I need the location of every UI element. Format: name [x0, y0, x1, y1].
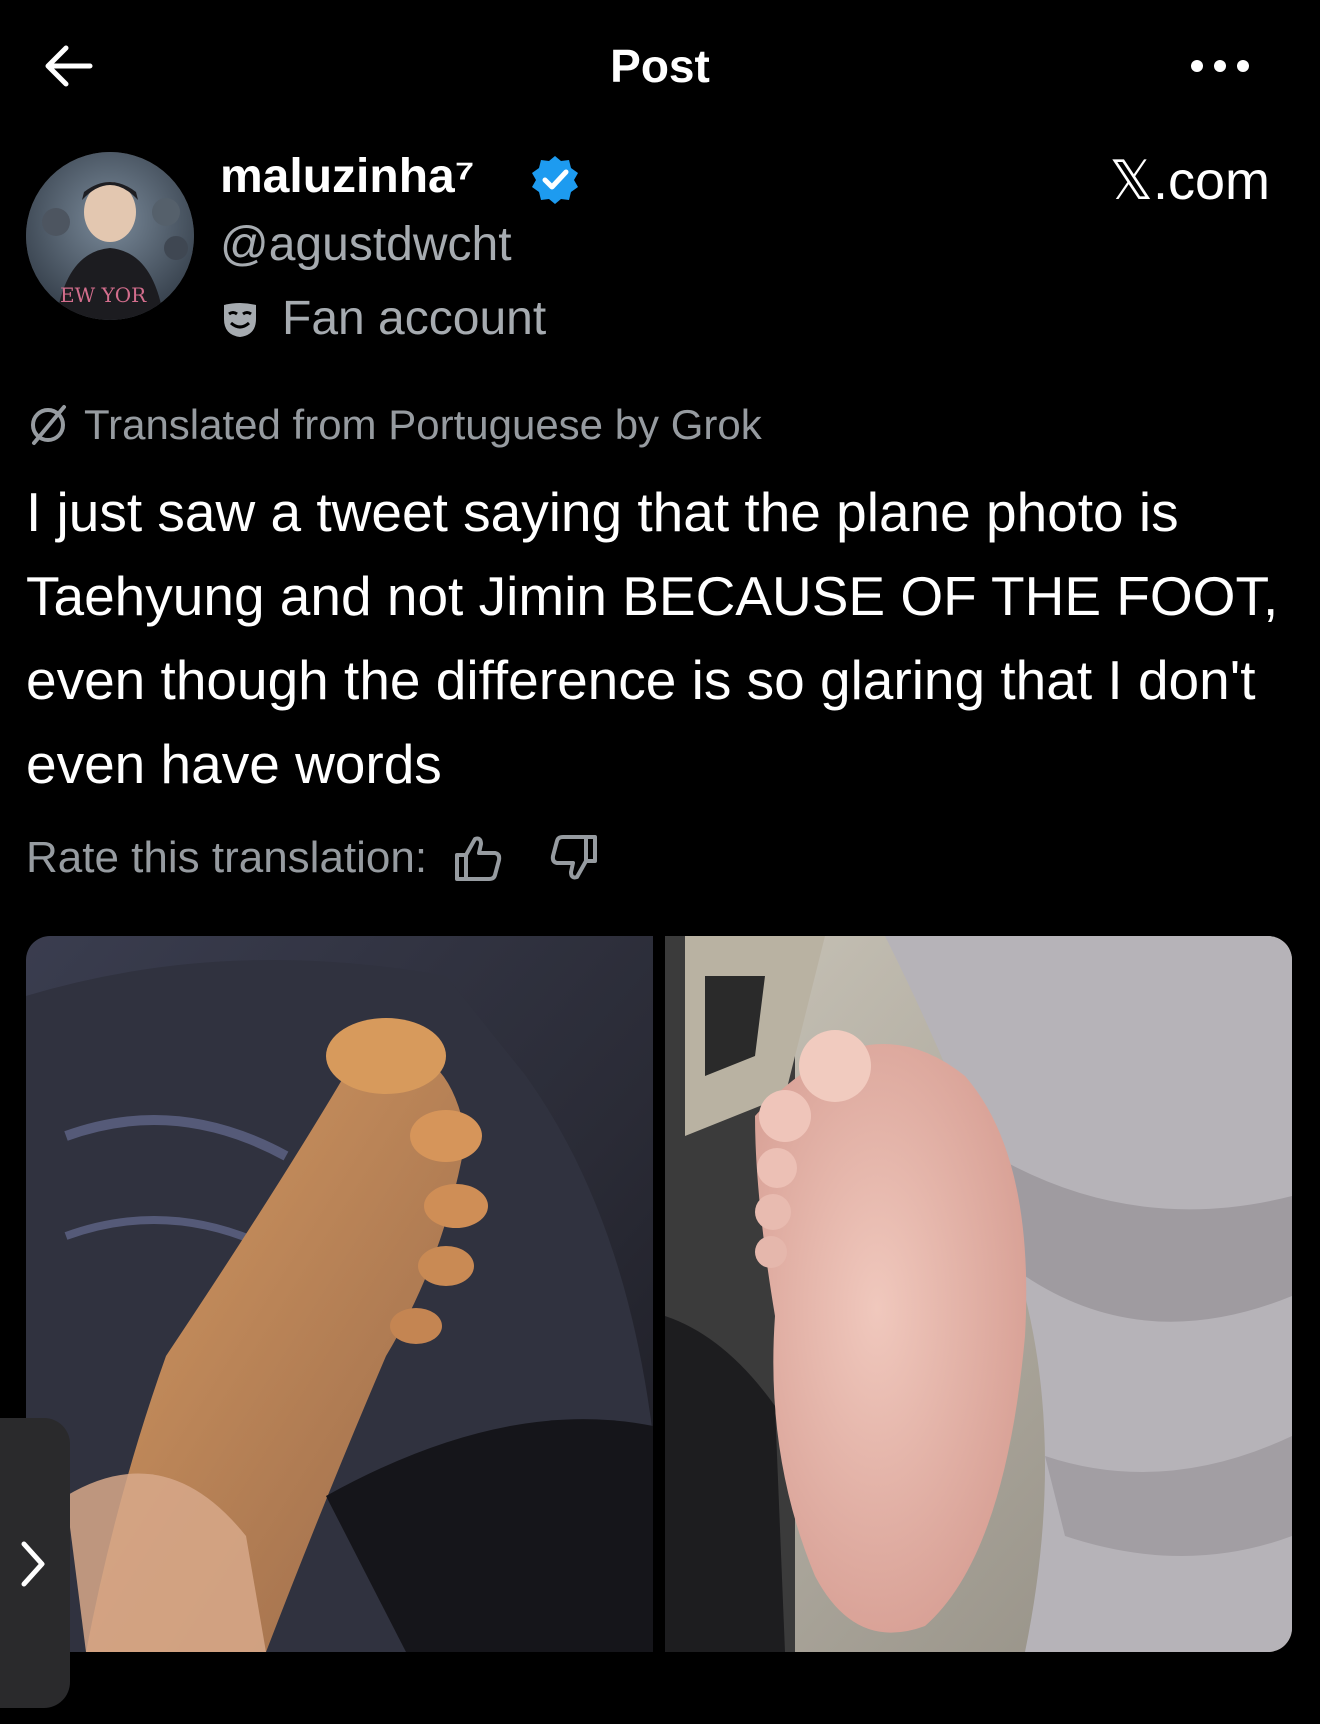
side-drawer-tab[interactable] — [0, 1418, 70, 1708]
photo-foot-left — [26, 936, 653, 1652]
author-handle[interactable]: @agustdwcht — [220, 216, 512, 274]
media-image-2[interactable] — [665, 936, 1292, 1652]
thumbs-down-icon[interactable] — [547, 831, 601, 885]
avatar-photo: EW YOR — [26, 152, 194, 320]
post-text: I just saw a tweet saying that the plane… — [26, 481, 1279, 795]
more-options-button[interactable] — [1185, 42, 1255, 90]
affiliation-label: Fan account — [282, 292, 547, 345]
avatar[interactable]: EW YOR — [26, 152, 194, 320]
site-label: 𝕏.com — [1109, 150, 1270, 211]
media-image-1[interactable] — [26, 936, 653, 1652]
arrow-left-icon — [45, 45, 93, 87]
grok-slash-icon — [31, 405, 66, 445]
rate-translation-label: Rate this translation: — [26, 833, 428, 882]
verified-badge-icon — [532, 156, 578, 204]
media-gallery — [26, 936, 1292, 1652]
theater-masks-icon — [224, 303, 256, 337]
rate-translation: Rate this translation: — [26, 828, 643, 888]
thumbs-up-icon[interactable] — [451, 831, 505, 885]
top-bar: Post — [0, 0, 1320, 135]
author-display-name[interactable]: maluzinha⁷ — [220, 148, 475, 206]
chevron-right-icon — [21, 1541, 45, 1587]
translation-notice: Translated from Portuguese by Grok — [26, 396, 762, 454]
affiliation: Fan account — [220, 290, 546, 348]
more-horizontal-icon — [1191, 60, 1249, 72]
svg-text:EW YOR: EW YOR — [60, 283, 147, 307]
translation-label: Translated from Portuguese by Grok — [84, 401, 762, 448]
photo-foot-right — [665, 936, 1292, 1652]
back-button[interactable] — [38, 38, 102, 94]
page-title: Post — [610, 40, 710, 92]
